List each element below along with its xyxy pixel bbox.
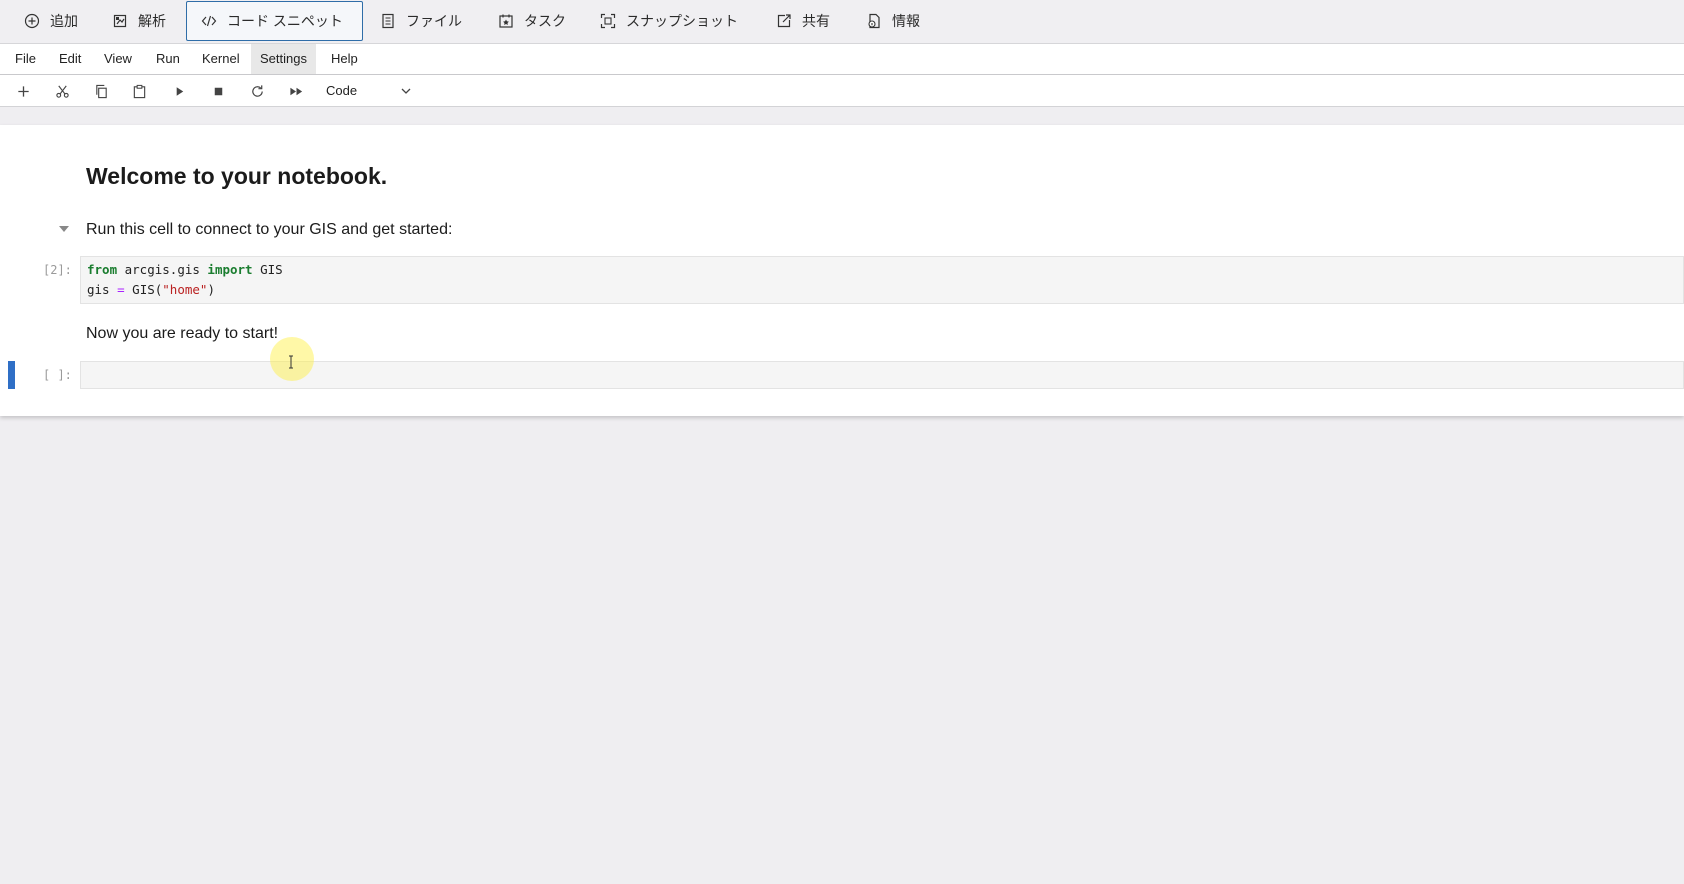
task-icon (499, 14, 513, 28)
analysis-icon (113, 14, 127, 28)
add-button-label: 追加 (50, 13, 78, 29)
code-cell[interactable]: from arcgis.gis import GIS gis = GIS("ho… (80, 256, 1684, 304)
code-var: gis (87, 282, 118, 297)
cut-button[interactable] (51, 81, 73, 101)
restart-icon (251, 84, 263, 97)
fast-forward-icon (289, 87, 302, 95)
code-keyword-import: import (207, 262, 253, 277)
paste-icon (133, 84, 145, 98)
empty-code-cell[interactable] (80, 361, 1684, 389)
plus-circle-icon (24, 13, 40, 29)
info-button[interactable]: 情報 (852, 1, 934, 41)
code-call: GIS( (124, 282, 163, 297)
code-operator: = (117, 282, 125, 297)
restart-button[interactable] (246, 81, 268, 101)
copy-icon (95, 84, 107, 98)
empty-cell-prompt: [ ]: (43, 368, 72, 382)
run-icon (176, 86, 183, 96)
add-cell-icon (17, 85, 29, 97)
stop-button[interactable] (207, 81, 229, 101)
notebook-toolbar: Code (0, 75, 1684, 107)
analysis-button-label: 解析 (138, 13, 166, 29)
chevron-down-icon (401, 88, 411, 94)
active-cell-indicator (8, 361, 15, 389)
cut-icon (55, 85, 69, 98)
info-icon (868, 13, 880, 29)
share-button-label: 共有 (802, 13, 830, 29)
task-button[interactable]: タスク (484, 1, 580, 41)
menu-help[interactable]: Help (322, 44, 367, 74)
menu-view[interactable]: View (95, 44, 141, 74)
code-line-1: from arcgis.gis import GIS (87, 260, 1683, 280)
snapshot-button-label: スナップショット (626, 13, 738, 29)
menu-run[interactable]: Run (147, 44, 189, 74)
code-line-2: gis = GIS("home") (87, 280, 1683, 300)
collapse-caret-icon[interactable] (58, 224, 70, 234)
code-string: "home" (162, 282, 208, 297)
ready-text: Now you are ready to start! (86, 325, 279, 342)
file-icon (382, 13, 394, 29)
cell-type-value: Code (326, 83, 358, 98)
run-button[interactable] (168, 81, 190, 101)
code-name: GIS (252, 262, 283, 277)
menu-file[interactable]: File (6, 44, 45, 74)
text-cursor-icon (289, 355, 293, 369)
code-close: ) (207, 282, 215, 297)
share-icon (777, 14, 791, 28)
share-button[interactable]: 共有 (762, 1, 844, 41)
info-button-label: 情報 (892, 13, 920, 29)
code-keyword-from: from (87, 262, 118, 277)
notebook-heading: Welcome to your notebook. (86, 163, 388, 189)
file-button[interactable]: ファイル (366, 1, 476, 41)
task-button-label: タスク (524, 13, 566, 29)
code-snippet-button[interactable]: コード スニペット (186, 1, 363, 41)
menu-edit[interactable]: Edit (50, 44, 90, 74)
app-toolbar: 追加 解析 コード スニペット ファイル タスク スナップショット 共有 情報 (0, 0, 1684, 44)
file-button-label: ファイル (406, 13, 462, 29)
snapshot-icon (600, 13, 616, 29)
intro-text: Run this cell to connect to your GIS and… (86, 221, 453, 238)
snapshot-button[interactable]: スナップショット (586, 1, 752, 41)
menu-settings[interactable]: Settings (251, 44, 316, 74)
code-module: arcgis.gis (117, 262, 208, 277)
notebook-panel: Welcome to your notebook. Run this cell … (0, 125, 1684, 416)
add-button[interactable]: 追加 (10, 1, 92, 41)
analysis-button[interactable]: 解析 (98, 1, 180, 41)
code-snippet-button-label: コード スニペット (227, 13, 343, 29)
menu-kernel[interactable]: Kernel (193, 44, 249, 74)
fast-forward-button[interactable] (285, 81, 307, 101)
code-cell-prompt: [2]: (43, 263, 72, 277)
copy-button[interactable] (90, 81, 112, 101)
menu-bar: File Edit View Run Kernel Settings Help (0, 44, 1684, 75)
cell-type-select[interactable]: Code (320, 79, 416, 103)
add-cell-button[interactable] (12, 81, 34, 101)
stop-icon (214, 87, 222, 95)
paste-button[interactable] (128, 81, 150, 101)
code-icon (201, 15, 217, 27)
